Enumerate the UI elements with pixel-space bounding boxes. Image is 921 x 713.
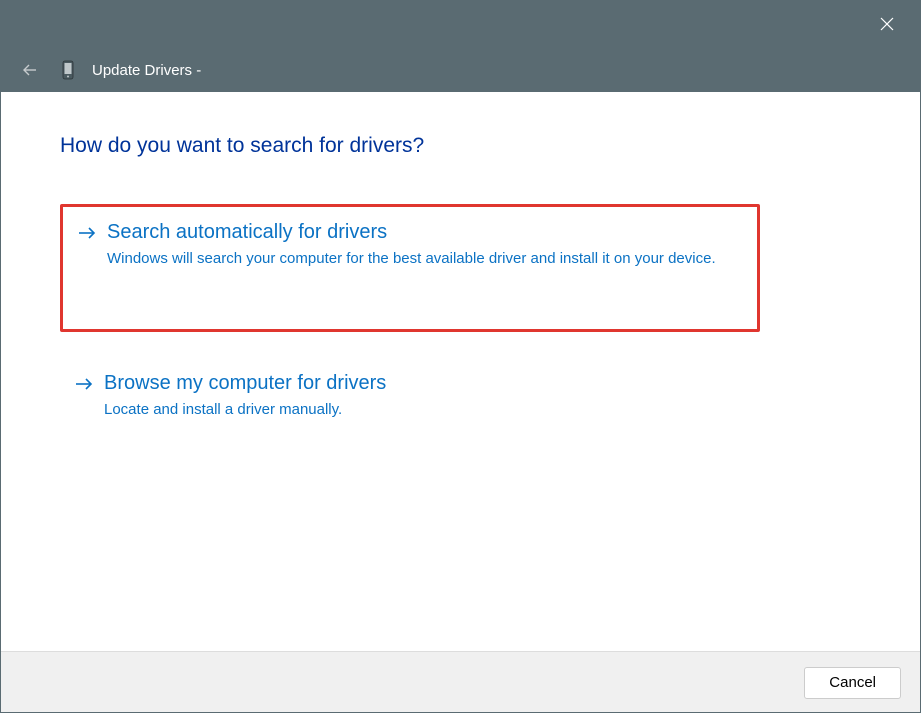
arrow-right-icon: [74, 377, 94, 420]
device-icon: [60, 59, 76, 81]
option-description: Windows will search your computer for th…: [107, 248, 717, 269]
option-search-automatically[interactable]: Search automatically for drivers Windows…: [60, 204, 760, 332]
dialog-footer: Cancel: [0, 651, 921, 713]
option-text-block: Search automatically for drivers Windows…: [107, 221, 743, 269]
window-titlebar: [0, 0, 921, 48]
back-arrow-icon: [22, 62, 38, 78]
option-title: Browse my computer for drivers: [104, 372, 746, 395]
option-browse-computer[interactable]: Browse my computer for drivers Locate an…: [60, 358, 760, 438]
option-title: Search automatically for drivers: [107, 221, 743, 244]
option-description: Locate and install a driver manually.: [104, 399, 714, 420]
window-title: Update Drivers -: [92, 62, 201, 79]
close-icon: [880, 17, 894, 31]
content-area: How do you want to search for drivers? S…: [0, 92, 921, 651]
cancel-button[interactable]: Cancel: [804, 667, 901, 699]
page-heading: How do you want to search for drivers?: [60, 134, 861, 158]
arrow-right-icon: [77, 226, 97, 269]
header-row: Update Drivers -: [0, 48, 921, 92]
close-button[interactable]: [865, 2, 909, 46]
back-button[interactable]: [18, 58, 42, 82]
option-text-block: Browse my computer for drivers Locate an…: [104, 372, 746, 420]
